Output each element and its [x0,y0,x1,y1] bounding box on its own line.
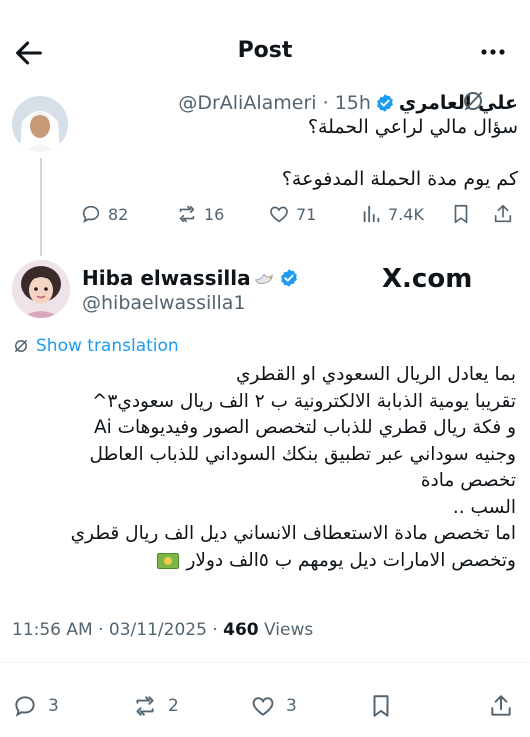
post-text-line: وجنيه سوداني عبر تطبيق بنكك السوداني للذ… [89,443,516,465]
show-translation-link[interactable]: Show translation [12,336,179,356]
post-text-line-with-emoji: وتخصص الامارات ديل يومهم ب ٥الف دولار [8,548,516,575]
views-icon [363,205,380,223]
post-text-line: بما يعادل الريال السعودي او القطري [235,364,516,385]
bookmark-button[interactable] [368,692,400,720]
post-text-line: و فكة ريال قطري للذباب لتخصص الصور وفيدي… [93,417,516,438]
post-meta: 11:56 AM · 03/11/2025 · 460 Views [12,620,313,640]
repost-icon [179,205,195,223]
share-button[interactable] [488,692,520,720]
bookmark-icon [454,204,468,224]
divider [0,662,530,663]
views-count: 460 [223,620,259,640]
author-handle[interactable]: @hibaelwassilla1 [82,292,246,314]
repost-count: 16 [204,204,225,224]
reply-icon [82,205,100,224]
verified-badge-icon [280,269,297,287]
author-name[interactable]: Hiba elwassilla [82,266,251,290]
post-text-line: اما تخصص مادة الاستعطاف الانساني ديل الف… [70,523,516,544]
more-horizontal-icon[interactable] [478,38,508,66]
post-timestamp[interactable]: 11:56 AM · 03/11/2025 · [12,620,223,640]
post-text-line: تخصص مادة [420,470,516,491]
post-body: بما يعادل الريال السعودي او القطري تقريب… [8,362,516,574]
repost-button[interactable]: 16 [176,200,224,228]
like-button[interactable]: 3 [250,692,297,720]
post-text-line: السب .. [452,496,516,518]
reply-icon [15,696,35,717]
reply-button[interactable]: 82 [80,200,128,228]
dove-emoji-icon [254,273,273,284]
views-label: Views [258,620,314,640]
like-button[interactable]: 71 [268,200,316,228]
share-icon [494,204,512,223]
watermark: X.com [382,264,473,294]
repost-icon [136,696,154,716]
show-translation-label: Show translation [36,336,179,356]
like-count: 3 [286,696,297,716]
top-bar: Post [0,0,530,96]
bookmark-icon [373,695,389,717]
reply-count: 3 [48,696,59,716]
author-name[interactable]: علي العامري [399,92,518,114]
reply-count: 82 [108,204,129,224]
repost-button[interactable]: 2 [132,692,179,720]
views-button[interactable]: 7.4K [360,200,424,228]
thread-line [40,158,42,256]
post-text-line: وتخصص الامارات ديل يومهم ب ٥الف دولار [186,549,516,571]
avatar[interactable] [12,96,68,152]
handle-and-time: @DrAliAlameri · 15h [178,92,371,114]
repost-count: 2 [168,696,179,716]
views-count: 7.4K [388,204,424,224]
grok-icon [15,340,27,352]
reply-button[interactable]: 3 [12,692,59,720]
like-count: 71 [296,204,317,224]
money-emoji-icon [156,552,179,569]
page-title: Post [237,38,293,63]
post-actions: 82 16 71 7.4K [80,200,520,228]
heart-icon [252,697,274,716]
post-text-line: سؤال مالي لراعي الحملة؟ [307,116,518,138]
share-icon [491,695,511,716]
post-text-line: تقريبا يومية الذبابة الالكترونية ب ٢ الف… [91,390,516,412]
author-name-row: Hiba elwassilla [82,266,299,290]
post-time[interactable]: 15h [335,92,371,114]
separator: · [322,92,329,114]
grok-icon[interactable] [460,88,486,114]
heart-icon [270,206,288,223]
bookmark-button[interactable] [450,200,478,228]
author-handle[interactable]: @DrAliAlameri [178,92,316,114]
verified-badge-icon [377,94,393,112]
post-text-line: كم يوم مدة الحملة المدفوعة؟ [281,168,518,190]
avatar[interactable] [12,260,70,318]
post-actions: 3 2 3 [12,692,520,722]
share-button[interactable] [492,200,520,228]
